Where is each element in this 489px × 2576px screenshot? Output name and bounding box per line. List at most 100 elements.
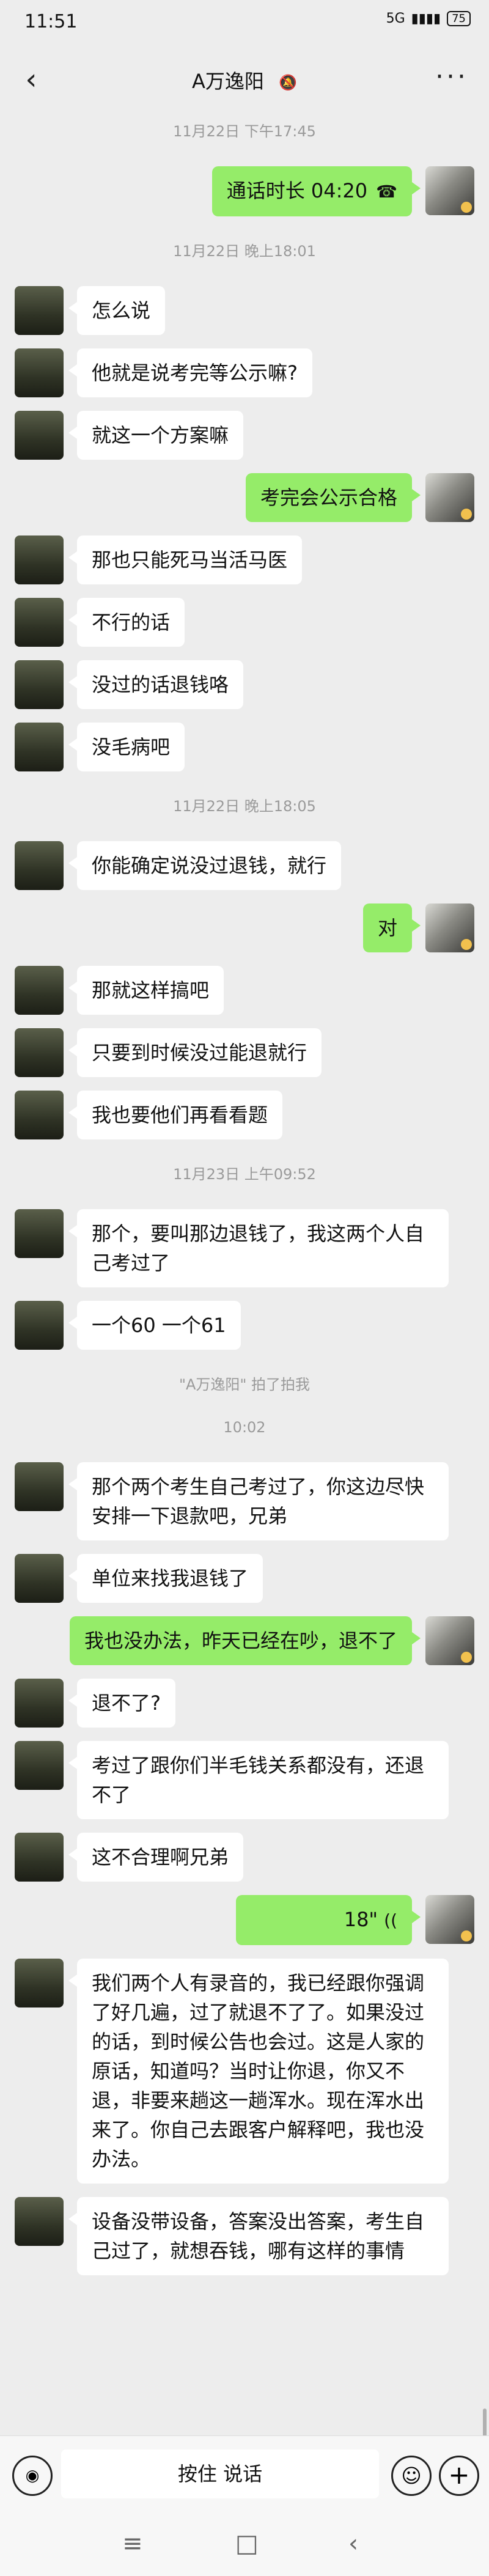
chat-header: ‹ A万逸阳 🔕 ···: [0, 49, 489, 110]
message-bubble[interactable]: 那个两个考生自己考过了，你这边尽快安排一下退款吧，兄弟: [68, 1462, 449, 1540]
contact-avatar[interactable]: [15, 286, 64, 335]
message-text: 考过了跟你们半毛钱关系都没有，还退不了: [92, 1754, 425, 1806]
message-bubble[interactable]: 怎么说: [68, 286, 166, 335]
message-bubble[interactable]: 一个60 一个61: [68, 1301, 241, 1350]
message-text: 就这一个方案嘛: [92, 424, 229, 447]
plus-icon[interactable]: +: [439, 2456, 479, 2496]
network-label: 5G: [386, 11, 405, 26]
message-bubble[interactable]: 考完会公示合格: [245, 473, 421, 522]
message-bubble[interactable]: 设备没带设备，答案没出答案，考生自己过了，就想吞钱，哪有这样的事情: [68, 2197, 449, 2275]
message-bubble[interactable]: 不行的话: [68, 598, 185, 647]
message-row: 那个两个考生自己考过了，你这边尽快安排一下退款吧，兄弟: [0, 1462, 489, 1540]
badge-icon: [461, 1930, 472, 1941]
timestamp: 11月23日 上午09:52: [173, 1166, 316, 1183]
badge-icon: [461, 202, 472, 213]
message-text: 没过的话退钱咯: [92, 673, 229, 696]
contact-avatar[interactable]: [15, 2197, 64, 2246]
message-text: 怎么说: [92, 299, 151, 322]
home-icon[interactable]: □: [235, 2530, 259, 2558]
my-avatar[interactable]: [425, 1895, 474, 1944]
my-avatar[interactable]: [425, 166, 474, 215]
voice-wave-icon: ((: [384, 1910, 397, 1930]
message-row: 怎么说: [0, 286, 489, 335]
message-bubble[interactable]: 没过的话退钱咯: [68, 660, 244, 709]
hold-to-talk-button[interactable]: 按住 说话: [61, 2449, 379, 2498]
system-note: "A万逸阳" 拍了拍我: [178, 1376, 311, 1393]
message-row: 考过了跟你们半毛钱关系都没有，还退不了: [0, 1741, 489, 1819]
contact-avatar[interactable]: [15, 1462, 64, 1511]
contact-avatar[interactable]: [15, 841, 64, 890]
message-row: 设备没带设备，答案没出答案，考生自己过了，就想吞钱，哪有这样的事情: [0, 2197, 489, 2275]
message-text: 不行的话: [92, 611, 171, 634]
call-record-bubble[interactable]: 通话时长 04:20 ☎: [211, 166, 421, 216]
message-row: 退不了?: [0, 1679, 489, 1728]
message-bubble[interactable]: 没毛病吧: [68, 723, 185, 771]
more-options-button[interactable]: ···: [435, 61, 468, 92]
contact-avatar[interactable]: [15, 1028, 64, 1077]
menu-icon[interactable]: ≡: [122, 2530, 143, 2558]
contact-avatar[interactable]: [15, 723, 64, 771]
message-bubble[interactable]: 对: [362, 903, 421, 952]
battery-icon: 75: [447, 11, 471, 26]
status-icons: 5G ▮▮▮▮ 75: [386, 11, 471, 26]
contact-avatar[interactable]: [15, 1833, 64, 1882]
message-row: 我也要他们再看看题: [0, 1091, 489, 1139]
message-text: 单位来找我退钱了: [92, 1567, 249, 1590]
status-time: 11:51: [24, 11, 78, 32]
message-text: 对: [377, 916, 397, 940]
message-bubble[interactable]: 就这一个方案嘛: [68, 411, 244, 460]
contact-avatar[interactable]: [15, 660, 64, 709]
message-bubble[interactable]: 这不合理啊兄弟: [68, 1833, 244, 1882]
message-bubble[interactable]: 他就是说考完等公示嘛?: [68, 348, 312, 397]
voice-input-icon[interactable]: ◉: [12, 2456, 53, 2496]
message-bubble[interactable]: 单位来找我退钱了: [68, 1554, 263, 1603]
my-avatar[interactable]: [425, 473, 474, 522]
contact-avatar[interactable]: [15, 535, 64, 584]
message-row: 我们两个人有录音的，我已经跟你强调了好几遍，过了就退不了了。如果没过的话，到时候…: [0, 1959, 489, 2184]
bell-off-icon: 🔕: [279, 74, 297, 91]
phone-hangup-icon: ☎: [376, 182, 397, 202]
message-bubble[interactable]: 那个，要叫那边退钱了，我这两个人自己考过了: [68, 1209, 449, 1287]
contact-avatar[interactable]: [15, 1959, 64, 2007]
message-list[interactable]: 11月22日 下午17:45 通话时长 04:20 ☎ 11月22日 晚上18:01 怎…: [0, 110, 489, 2289]
contact-avatar[interactable]: [15, 411, 64, 460]
contact-avatar[interactable]: [15, 598, 64, 647]
message-text: 那也只能死马当活马医: [92, 548, 288, 572]
my-avatar[interactable]: [425, 1616, 474, 1665]
message-row: 一个60 一个61: [0, 1301, 489, 1350]
contact-avatar[interactable]: [15, 1209, 64, 1258]
message-bubble[interactable]: 只要到时候没过能退就行: [68, 1028, 322, 1077]
contact-avatar[interactable]: [15, 1554, 64, 1603]
contact-avatar[interactable]: [15, 1301, 64, 1350]
message-row: 只要到时候没过能退就行: [0, 1028, 489, 1077]
back-nav-icon[interactable]: ‹: [348, 2530, 358, 2558]
message-bubble[interactable]: 我们两个人有录音的，我已经跟你强调了好几遍，过了就退不了了。如果没过的话，到时候…: [68, 1959, 449, 2184]
contact-avatar[interactable]: [15, 1741, 64, 1790]
message-row: 18" ((: [0, 1895, 489, 1945]
message-bubble[interactable]: 你能确定说没过退钱，就行: [68, 841, 342, 890]
timestamp: 10:02: [223, 1419, 266, 1436]
message-row: 你能确定说没过退钱，就行: [0, 841, 489, 890]
my-avatar[interactable]: [425, 903, 474, 952]
message-bubble[interactable]: 那也只能死马当活马医: [68, 535, 303, 584]
emoji-icon[interactable]: ☺: [391, 2456, 432, 2496]
timestamp: 11月22日 下午17:45: [173, 123, 316, 140]
message-bubble[interactable]: 那就这样搞吧: [68, 966, 224, 1015]
contact-avatar[interactable]: [15, 1679, 64, 1728]
message-text: 那个，要叫那边退钱了，我这两个人自己考过了: [92, 1222, 425, 1275]
timestamp: 11月22日 晚上18:05: [173, 798, 316, 815]
message-bubble[interactable]: 我也没办法，昨天已经在吵，退不了: [69, 1616, 421, 1665]
message-bubble[interactable]: 退不了?: [68, 1679, 175, 1728]
contact-avatar[interactable]: [15, 1091, 64, 1139]
message-row: 不行的话: [0, 598, 489, 647]
message-bubble[interactable]: 我也要他们再看看题: [68, 1091, 283, 1139]
voice-message-bubble[interactable]: 18" ((: [236, 1895, 421, 1945]
status-bar: 11:51 5G ▮▮▮▮ 75: [0, 0, 489, 49]
message-row: 考完会公示合格: [0, 473, 489, 522]
message-bubble[interactable]: 考过了跟你们半毛钱关系都没有，还退不了: [68, 1741, 449, 1819]
contact-avatar[interactable]: [15, 966, 64, 1015]
message-text: 这不合理啊兄弟: [92, 1846, 229, 1869]
scrollbar[interactable]: [483, 2409, 487, 2439]
contact-avatar[interactable]: [15, 348, 64, 397]
message-row: 他就是说考完等公示嘛?: [0, 348, 489, 397]
